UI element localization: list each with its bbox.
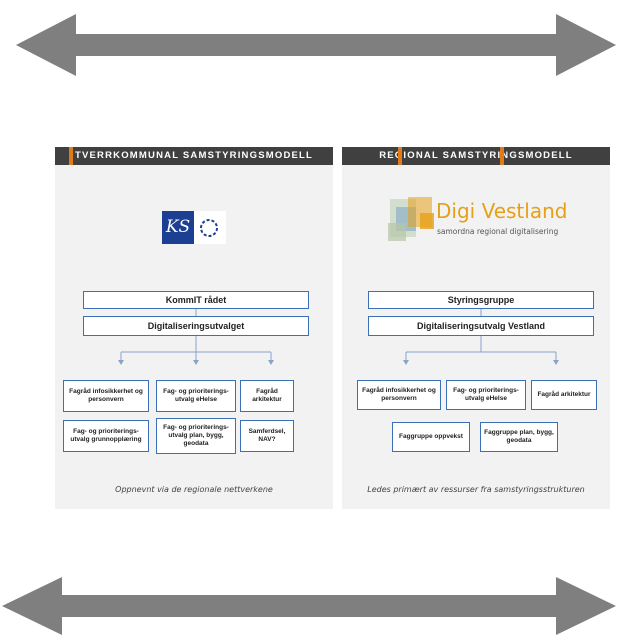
fagrad-infosikkerhet-box: Fagråd infosikkerhet og personvern xyxy=(357,380,441,410)
samferdsel-nav-box: Samferdsel, NAV? xyxy=(240,420,294,452)
connector-lines xyxy=(118,309,274,365)
plan-bygg-geodata-box: Fag- og prioriterings-utvalg plan, bygg,… xyxy=(156,418,236,454)
fagrad-arkitektur-box: Fagråd arkitektur xyxy=(240,380,294,412)
footer-text: Ledes primært av ressurser fra samstyrin… xyxy=(367,485,585,494)
header-accent xyxy=(500,147,504,165)
left-panel: TVERRKOMMUNAL SAMSTYRINGSMODELL KS KommI… xyxy=(55,147,333,509)
faggruppe-oppvekst-box: Faggruppe oppvekst xyxy=(392,422,470,452)
logo-title: Digi Vestland xyxy=(436,199,568,223)
ehelse-box: Fag- og prioriterings-utvalg eHelse xyxy=(446,380,526,410)
ks-logo: KS xyxy=(162,211,226,244)
fagrad-infosikkerhet-box: Fagråd infosikkerhet og personvern xyxy=(63,380,149,412)
footer-text: Oppnevnt via de regionale nettverkene xyxy=(115,485,273,494)
header-accent xyxy=(69,147,73,165)
double-arrow-icon xyxy=(16,14,616,76)
logo-subtitle: samordna regional digitalisering xyxy=(437,227,559,236)
faggruppe-plan-bygg-box: Faggruppe plan, bygg, geodata xyxy=(480,422,558,452)
panel-header: TVERRKOMMUNAL SAMSTYRINGSMODELL xyxy=(55,147,333,165)
double-arrow-icon xyxy=(2,577,616,635)
connector-lines xyxy=(403,309,559,365)
header-accent xyxy=(398,147,402,165)
fagrad-arkitektur-box: Fagråd arkitektur xyxy=(531,380,597,410)
grunnopplaering-box: Fag- og prioriterings-utvalg grunnopplær… xyxy=(63,420,149,452)
right-panel: REGIONAL SAMSTYRINGSMODELL Digi Vestland… xyxy=(342,147,610,509)
ks-logo-text: KS xyxy=(162,211,194,244)
digi-vestland-logo: Digi Vestland samordna regional digitali… xyxy=(386,189,596,249)
ehelse-box: Fag- og prioriterings-utvalg eHelse xyxy=(156,380,236,412)
panel-header: REGIONAL SAMSTYRINGSMODELL xyxy=(342,147,610,165)
ks-ring-icon xyxy=(200,219,218,237)
